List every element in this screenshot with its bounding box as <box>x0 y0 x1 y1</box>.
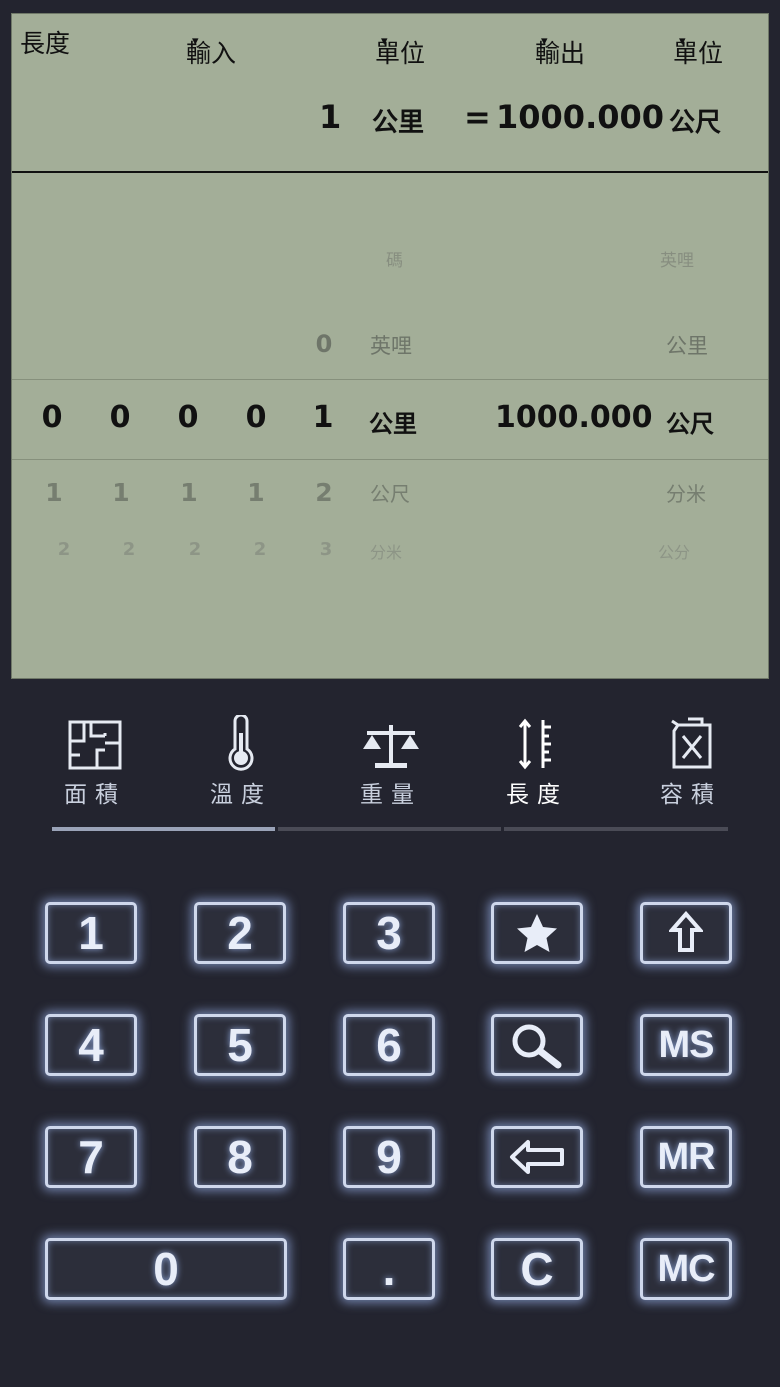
tab-label: 面積 <box>64 782 126 808</box>
picker-unit[interactable]: 公里 <box>369 404 417 439</box>
tab-label: 重量 <box>360 782 422 808</box>
result-output-value: 1000.000 <box>496 98 665 136</box>
picker-digit: 1 <box>180 478 198 507</box>
lcd-display: 長度 輸入 ▾ 單位 ▾ 輸出 ▾ 單位 ▾ 1 公里 = 1000.000 公尺 碼 … <box>12 14 768 678</box>
picker-unit: 碼 <box>386 251 403 271</box>
favorite-button[interactable] <box>491 902 583 964</box>
picker-digit[interactable]: 0 <box>32 400 72 435</box>
clear-button[interactable]: C <box>491 1238 583 1300</box>
key-3[interactable]: 3 <box>343 902 435 964</box>
search-icon <box>512 1024 562 1069</box>
tab-label: 容積 <box>660 782 722 808</box>
picker-unit: 分米 <box>370 543 403 562</box>
picker-unit: 公里 <box>666 334 708 358</box>
result-input-value: 1 <box>319 98 342 136</box>
key-7[interactable]: 7 <box>45 1126 137 1188</box>
tab-indicator <box>504 827 728 831</box>
picker-digit[interactable]: 0 <box>168 400 208 435</box>
key-1[interactable]: 1 <box>45 902 137 964</box>
picker-digit: 2 <box>253 539 267 560</box>
jerrycan-icon <box>636 716 746 771</box>
picker-unit: 英哩 <box>370 334 412 358</box>
key-4[interactable]: 4 <box>45 1014 137 1076</box>
picker-unit: 公分 <box>658 543 691 562</box>
key-9[interactable]: 9 <box>343 1126 435 1188</box>
picker-unit: 分米 <box>666 482 706 506</box>
result-output-unit: 公尺 <box>669 108 722 138</box>
search-button[interactable] <box>491 1014 583 1076</box>
arrow-up-icon <box>669 911 703 952</box>
tab-indicator <box>278 827 501 831</box>
tab-label: 長度 <box>506 782 568 808</box>
category-tabs: 面積 溫度 重量 長度 容積 <box>0 715 780 836</box>
star-icon <box>517 914 557 952</box>
picker-digit: 2 <box>122 539 136 560</box>
tab-area[interactable]: 面積 <box>40 716 150 816</box>
picker-digit: 2 <box>188 539 202 560</box>
picker-digit: 2 <box>57 539 71 560</box>
picker-row-below[interactable]: 1 1 1 1 2 公尺 分米 <box>12 478 768 514</box>
key-5[interactable]: 5 <box>194 1014 286 1076</box>
tab-temperature[interactable]: 溫度 <box>186 715 296 816</box>
picker-digit[interactable]: 0 <box>236 400 276 435</box>
picker-unit[interactable]: 公尺 <box>666 404 714 439</box>
caret-down-icon: ▾ <box>679 34 686 49</box>
picker-digit: 2 <box>315 478 333 507</box>
category-title: 長度 <box>20 29 71 58</box>
picker-digit: 3 <box>319 539 333 560</box>
shift-button[interactable] <box>640 902 732 964</box>
picker-digit: 1 <box>45 478 63 507</box>
display-divider <box>12 171 768 173</box>
header-row: 長度 輸入 ▾ 單位 ▾ 輸出 ▾ 單位 ▾ <box>12 14 768 68</box>
picker-unit: 公尺 <box>370 482 410 506</box>
result-input-unit: 公里 <box>372 108 425 138</box>
picker-digit: 1 <box>247 478 265 507</box>
picker-unit: 英哩 <box>660 251 694 271</box>
caret-down-icon: ▾ <box>381 34 388 49</box>
picker-digit[interactable]: 1 <box>303 400 343 435</box>
tab-volume[interactable]: 容積 <box>636 716 746 816</box>
decimal-point-button[interactable]: . <box>343 1238 435 1300</box>
thermometer-icon <box>186 715 296 771</box>
caret-down-icon: ▾ <box>541 34 548 49</box>
picker-row-above[interactable]: 0 英哩 公里 <box>12 330 768 366</box>
picker-selection-bottom <box>12 459 768 460</box>
picker-digit: 0 <box>315 330 333 358</box>
picker-row-selected[interactable]: 0 0 0 0 1 公里 1000.000 公尺 <box>12 400 768 440</box>
memory-clear-button[interactable]: MC <box>640 1238 732 1300</box>
key-8[interactable]: 8 <box>194 1126 286 1188</box>
result-equals: = <box>464 98 491 136</box>
key-6[interactable]: 6 <box>343 1014 435 1076</box>
picker-digit: 1 <box>112 478 130 507</box>
picker-output-value: 1000.000 <box>495 400 653 435</box>
backspace-button[interactable] <box>491 1126 583 1188</box>
picker-selection-top <box>12 379 768 380</box>
floorplan-icon <box>40 716 150 771</box>
key-2[interactable]: 2 <box>194 902 286 964</box>
memory-recall-button[interactable]: MR <box>640 1126 732 1188</box>
tab-length[interactable]: 長度 <box>482 716 592 816</box>
tab-label: 溫度 <box>210 782 272 808</box>
key-0[interactable]: 0 <box>45 1238 287 1300</box>
picker-digit[interactable]: 0 <box>100 400 140 435</box>
picker-row-faint: 碼 英哩 <box>12 246 768 276</box>
scale-icon <box>336 716 446 771</box>
tab-indicator-active <box>52 827 275 831</box>
conversion-result: 1 公里 = 1000.000 公尺 <box>12 84 768 144</box>
ruler-icon <box>482 716 592 771</box>
memory-store-button[interactable]: MS <box>640 1014 732 1076</box>
backspace-icon <box>510 1140 564 1174</box>
picker-row-below-faint: 2 2 2 2 3 分米 公分 <box>12 539 768 567</box>
tab-weight[interactable]: 重量 <box>336 716 446 816</box>
caret-down-icon: ▾ <box>192 34 199 49</box>
